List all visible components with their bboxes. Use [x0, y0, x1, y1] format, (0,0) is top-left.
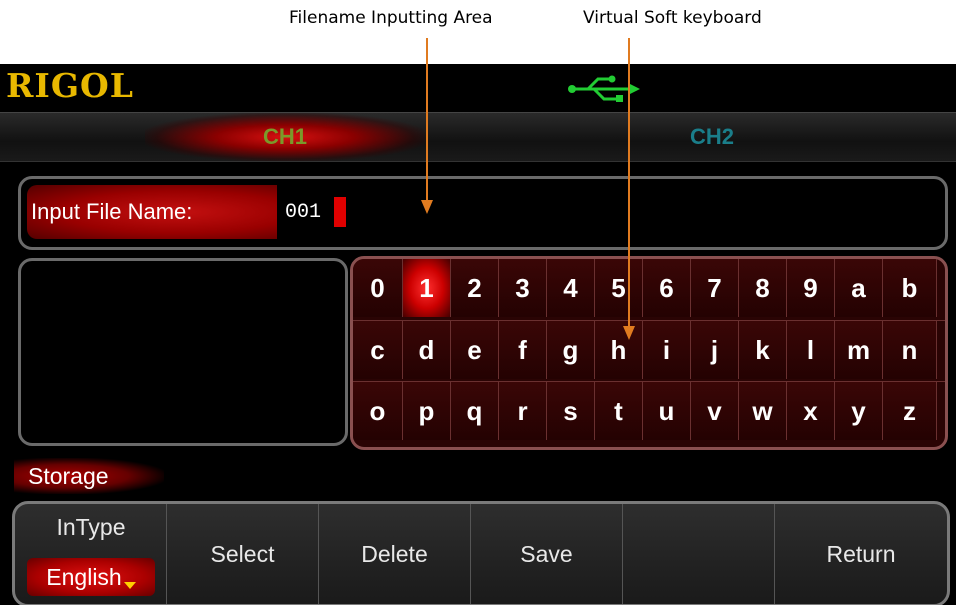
key-y[interactable]: y: [835, 382, 883, 440]
tab-ch1[interactable]: CH1: [145, 113, 425, 161]
key-g[interactable]: g: [547, 321, 595, 379]
menu-title-storage: Storage: [14, 458, 164, 494]
intype-button[interactable]: InType English: [15, 504, 167, 604]
dropdown-arrow-icon: [123, 582, 136, 589]
key-m[interactable]: m: [835, 321, 883, 379]
filename-value: 001: [285, 201, 322, 224]
softkey-menu-bar: InType English Select Delete Save Return: [12, 501, 950, 605]
key-q[interactable]: q: [451, 382, 499, 440]
key-5[interactable]: 5: [595, 259, 643, 317]
annotation-soft-keyboard: Virtual Soft keyboard: [583, 8, 762, 28]
key-8[interactable]: 8: [739, 259, 787, 317]
key-o[interactable]: o: [353, 382, 403, 440]
rigol-logo: RIGOL: [6, 66, 134, 105]
intype-value-text: English: [46, 564, 122, 590]
keyboard-row: opqrstuvwxyz: [353, 381, 945, 440]
keyboard-row: cdefghijklmn: [353, 320, 945, 379]
key-a[interactable]: a: [835, 259, 883, 317]
key-i[interactable]: i: [643, 321, 691, 379]
intype-label: InType: [56, 514, 126, 540]
key-e[interactable]: e: [451, 321, 499, 379]
key-1[interactable]: 1: [403, 259, 451, 317]
key-u[interactable]: u: [643, 382, 691, 440]
key-6[interactable]: 6: [643, 259, 691, 317]
annotation-filename-area: Filename Inputting Area: [289, 8, 493, 28]
key-t[interactable]: t: [595, 382, 643, 440]
key-f[interactable]: f: [499, 321, 547, 379]
select-button[interactable]: Select: [167, 504, 319, 604]
intype-value: English: [27, 558, 155, 596]
filename-label: Input File Name:: [27, 185, 277, 239]
key-s[interactable]: s: [547, 382, 595, 440]
filename-input-area[interactable]: Input File Name: 001: [18, 176, 948, 250]
preview-panel: [18, 258, 348, 446]
usb-icon: [568, 75, 640, 102]
key-9[interactable]: 9: [787, 259, 835, 317]
key-b[interactable]: b: [883, 259, 937, 317]
key-z[interactable]: z: [883, 382, 937, 440]
channel-bar: CH1 CH2: [0, 112, 956, 162]
delete-button[interactable]: Delete: [319, 504, 471, 604]
save-button[interactable]: Save: [471, 504, 623, 604]
empty-softkey[interactable]: [623, 504, 775, 604]
text-cursor: [334, 197, 346, 227]
instrument-screen: RIGOL CH1 CH2 Input File Name: 001 01234…: [0, 64, 956, 605]
key-j[interactable]: j: [691, 321, 739, 379]
return-button[interactable]: Return: [775, 504, 947, 604]
key-k[interactable]: k: [739, 321, 787, 379]
key-l[interactable]: l: [787, 321, 835, 379]
tab-ch2[interactable]: CH2: [690, 113, 734, 161]
key-2[interactable]: 2: [451, 259, 499, 317]
key-w[interactable]: w: [739, 382, 787, 440]
virtual-soft-keyboard: 0123456789abcdefghijklmnopqrstuvwxyz: [350, 256, 948, 450]
key-x[interactable]: x: [787, 382, 835, 440]
key-c[interactable]: c: [353, 321, 403, 379]
key-n[interactable]: n: [883, 321, 937, 379]
key-0[interactable]: 0: [353, 259, 403, 317]
key-d[interactable]: d: [403, 321, 451, 379]
key-r[interactable]: r: [499, 382, 547, 440]
key-4[interactable]: 4: [547, 259, 595, 317]
key-7[interactable]: 7: [691, 259, 739, 317]
key-v[interactable]: v: [691, 382, 739, 440]
key-h[interactable]: h: [595, 321, 643, 379]
keyboard-row: 0123456789ab: [353, 259, 945, 317]
key-p[interactable]: p: [403, 382, 451, 440]
key-3[interactable]: 3: [499, 259, 547, 317]
